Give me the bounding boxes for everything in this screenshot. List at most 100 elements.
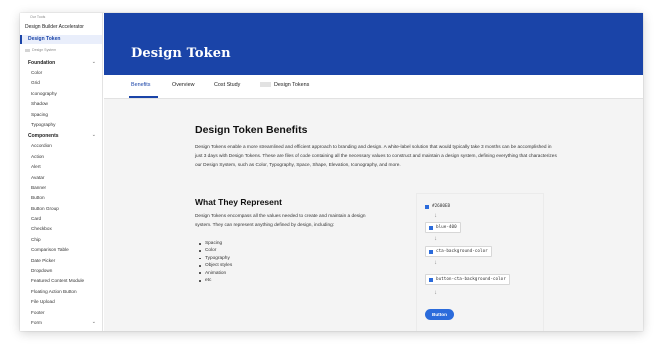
chevron-down-icon: ⌄ xyxy=(91,132,96,139)
color-swatch xyxy=(429,249,433,254)
tab-thumbnail-icon xyxy=(260,82,271,87)
sidebar-item-label: Shadow xyxy=(31,101,48,107)
sidebar-item-label: Design Token xyxy=(28,36,61,42)
sidebar-group-components[interactable]: Components ⌄ xyxy=(20,130,102,141)
token-label: blue-400 xyxy=(436,225,457,230)
sidebar-item-avatar[interactable]: Avatar xyxy=(20,173,102,183)
design-system-icon xyxy=(25,49,30,52)
arrow-down-icon: ↓ xyxy=(434,213,437,219)
sidebar-item-label: Button Group xyxy=(31,205,59,211)
token-diagram: #2680EB ↓ blue-400 ↓ cta-background-colo… xyxy=(416,193,544,331)
sidebar-item-spacing[interactable]: Spacing xyxy=(20,110,102,120)
sidebar-item-button[interactable]: Button xyxy=(20,193,102,203)
sidebar-item-form[interactable]: Form ⌄ xyxy=(20,318,102,328)
list-item: Object styles xyxy=(195,262,232,269)
sidebar-item-grid[interactable]: Grid xyxy=(20,78,102,88)
sidebar-item-featured-content-module[interactable]: Featured Content Module xyxy=(20,276,102,286)
represent-list: Spacing Color Typography Object styles A… xyxy=(195,240,232,284)
list-item: Animation xyxy=(195,270,232,277)
our-tools-label: Our Tools xyxy=(30,15,46,19)
sidebar-item-file-upload[interactable]: File Upload xyxy=(20,297,102,307)
sidebar-item-accordion[interactable]: Accordion xyxy=(20,141,102,151)
sidebar-item-chip[interactable]: Chip xyxy=(20,235,102,245)
list-item: etc xyxy=(195,277,232,284)
sidebar-item-label: Comparison Table xyxy=(31,247,69,253)
sidebar-item-iconography[interactable]: Iconography xyxy=(20,89,102,99)
sidebar-item-label: Chip xyxy=(31,236,41,242)
sidebar-item-label: Button xyxy=(31,195,45,201)
tab-cost-study[interactable]: Cost Study xyxy=(214,82,240,88)
sidebar-item-label: Typography xyxy=(31,121,56,127)
token-label: #2680EB xyxy=(432,204,451,209)
sidebar-item-label: Accordion xyxy=(31,143,52,149)
tab-overview[interactable]: Overview xyxy=(172,82,194,88)
chevron-down-icon: ⌄ xyxy=(91,59,96,65)
sidebar-item-label: Date Picker xyxy=(31,257,56,263)
sidebar-item-action[interactable]: Action xyxy=(20,152,102,162)
sidebar-item-card[interactable]: Card xyxy=(20,214,102,224)
arrow-down-icon: ↓ xyxy=(434,236,437,242)
list-item: Typography xyxy=(195,255,232,262)
sidebar-item-label: Alert xyxy=(31,164,41,170)
sidebar-item-button-group[interactable]: Button Group xyxy=(20,204,102,214)
sidebar-item-checkbox[interactable]: Checkbox xyxy=(20,224,102,234)
sidebar-group-foundation[interactable]: Foundation ⌄ xyxy=(20,57,102,68)
app-window: Our Tools Design Builder Accelerator Des… xyxy=(20,13,643,331)
sidebar-item-design-builder-accelerator[interactable]: Design Builder Accelerator xyxy=(25,24,84,30)
color-swatch xyxy=(429,225,433,230)
sidebar-item-label: Floating Action Button xyxy=(31,288,77,294)
sidebar-item-design-token[interactable]: Design Token xyxy=(20,35,102,44)
page-title: Design Token xyxy=(131,46,231,61)
sidebar-item-label: Grid xyxy=(31,80,40,86)
sidebar-item-label: Spacing xyxy=(31,111,48,117)
sidebar-item-typography[interactable]: Typography xyxy=(20,120,102,130)
tab-bar: Benefits Overview Cost Study Design Toke… xyxy=(104,75,643,99)
sidebar-item-alert[interactable]: Alert xyxy=(20,162,102,172)
sidebar: Our Tools Design Builder Accelerator Des… xyxy=(20,13,103,331)
token-button-cta-background-color: button-cta-background-color xyxy=(425,274,510,285)
tab-label: Design Tokens xyxy=(274,82,310,88)
sidebar-item-label: Action xyxy=(31,153,45,159)
color-swatch xyxy=(429,277,433,282)
sidebar-item-design-system[interactable]: Design System xyxy=(20,44,102,57)
main-content: Design Token Benefits Overview Cost Stud… xyxy=(104,13,643,331)
active-tab-indicator xyxy=(129,96,158,98)
sample-button[interactable]: Button xyxy=(425,309,454,320)
sidebar-item-label: Banner xyxy=(31,184,47,190)
components-list: Accordion Action Alert Avatar Banner Button Bu… xyxy=(20,141,102,318)
sidebar-item-label: Avatar xyxy=(31,174,45,180)
sidebar-item-floating-action-button[interactable]: Floating Action Button xyxy=(20,287,102,297)
sidebar-item-comparison-table[interactable]: Comparison Table xyxy=(20,245,102,255)
arrow-down-icon: ↓ xyxy=(434,290,437,296)
intro-paragraph: Design Tokens enable a more streamlined … xyxy=(195,145,557,168)
sidebar-item-label: Dropdown xyxy=(31,268,53,274)
section-title: Design Token Benefits xyxy=(195,124,308,136)
sidebar-group-label: Foundation xyxy=(28,60,56,66)
token-hex-value: #2680EB xyxy=(425,201,453,212)
chevron-down-icon: ⌄ xyxy=(91,318,96,325)
sidebar-item-label: Card xyxy=(31,216,42,222)
sidebar-header: Our Tools Design Builder Accelerator xyxy=(20,13,102,35)
tab-benefits[interactable]: Benefits xyxy=(131,82,150,88)
sidebar-item-label: Color xyxy=(31,70,43,75)
tab-design-tokens[interactable]: Design Tokens xyxy=(260,82,309,88)
sidebar-item-label: Iconography xyxy=(31,90,57,96)
sidebar-group-label: Components xyxy=(28,133,59,140)
foundation-list: Color Grid Iconography Shadow Spacing Typogra… xyxy=(20,68,102,130)
sidebar-item-label: Form xyxy=(31,319,42,325)
sidebar-item-shadow[interactable]: Shadow xyxy=(20,99,102,109)
sidebar-item-footer[interactable]: Footer xyxy=(20,308,102,318)
color-swatch xyxy=(425,204,429,209)
sidebar-item-dropdown[interactable]: Dropdown xyxy=(20,266,102,276)
list-item: Color xyxy=(195,247,232,254)
token-cta-background-color: cta-background-color xyxy=(425,246,492,257)
represent-paragraph: Design Tokens encompass all the values n… xyxy=(195,214,366,228)
section-subtitle: What They Represent xyxy=(195,197,282,207)
sidebar-item-date-picker[interactable]: Date Picker xyxy=(20,256,102,266)
sidebar-item-banner[interactable]: Banner xyxy=(20,183,102,193)
sidebar-item-label: Design System xyxy=(32,48,57,52)
sidebar-item-label: Checkbox xyxy=(31,226,52,232)
sidebar-item-color[interactable]: Color xyxy=(20,68,102,78)
sidebar-item-label: Footer xyxy=(31,309,45,315)
sidebar-item-label: Featured Content Module xyxy=(31,278,85,284)
